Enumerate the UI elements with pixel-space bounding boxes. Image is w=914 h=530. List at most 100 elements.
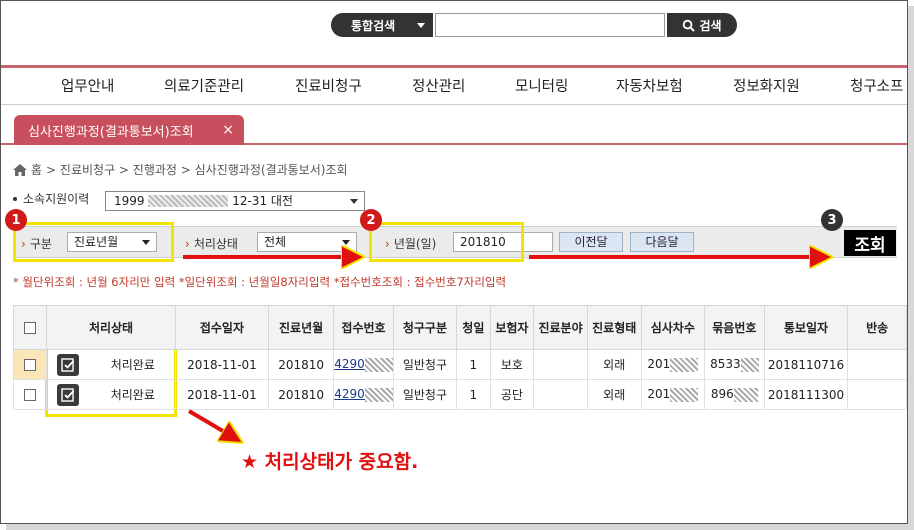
window-shadow — [908, 6, 914, 530]
claim-type: 일반청구 — [392, 379, 458, 410]
column-header[interactable]: 보험자 — [489, 305, 535, 350]
column-header[interactable]: 통보일자 — [763, 305, 849, 350]
column-header[interactable]: 처리상태 — [46, 305, 176, 350]
caret-down-icon — [350, 199, 358, 204]
masked-value — [364, 357, 393, 372]
column-header[interactable]: 청구구분 — [392, 305, 458, 350]
arrow-to-note — [187, 409, 233, 437]
window-shadow — [6, 524, 914, 530]
status-text: 처리완료 — [110, 358, 155, 372]
result-document-icon[interactable] — [57, 383, 80, 406]
nav-item-monitoring[interactable]: 모니터링 — [515, 75, 568, 96]
status-cell: 처리완료 — [46, 349, 176, 380]
claim-type: 일반청구 — [392, 349, 458, 380]
treatment-month: 201810 — [267, 349, 335, 380]
nav-item-medical-standards[interactable]: 의료기준관리 — [164, 75, 244, 96]
branch-history-row: 소속지원이력 — [13, 190, 89, 207]
nav-item-auto-insurance[interactable]: 자동차보험 — [616, 75, 683, 96]
review-round-cell: 201 — [640, 349, 706, 380]
masked-value — [670, 387, 699, 402]
next-month-button[interactable]: 다음달 — [630, 232, 694, 252]
row-checkbox[interactable] — [24, 389, 37, 401]
caret-down-icon — [342, 240, 350, 245]
notice-date: 2018111300 — [763, 379, 849, 410]
masked-value — [740, 357, 759, 372]
breadcrumb: 홈 > 진료비청구 > 진행과정 > 심사진행과정(결과통보서)조회 — [13, 161, 348, 178]
treatment-month: 201810 — [267, 379, 335, 410]
annotation-note: ★ 처리상태가 중요함. — [241, 451, 419, 473]
row-select-cell — [12, 379, 48, 410]
row-checkbox[interactable] — [24, 359, 37, 371]
review-round-cell: 201 — [640, 379, 706, 410]
masked-value — [670, 357, 699, 372]
bundle-no: 896 — [710, 387, 734, 402]
insurer: 보호 — [489, 349, 535, 380]
nav-item-claims[interactable]: 진료비청구 — [295, 75, 362, 96]
recv-no-cell: 4290 — [333, 379, 394, 410]
close-icon[interactable]: × — [222, 122, 234, 138]
column-header[interactable]: 진료분야 — [533, 305, 588, 350]
step-badge-1: 1 — [5, 209, 27, 231]
status-filter-value: 전체 — [264, 235, 287, 249]
recv-no-link[interactable]: 4290 — [335, 357, 365, 371]
nav-item-claim-software[interactable]: 청구소프 — [850, 75, 903, 96]
cheong-il: 1 — [456, 379, 491, 410]
recv-no-cell: 4290 — [333, 349, 394, 380]
table-row[interactable]: 처리완료 2018-11-01 201810 4290 일반청구 1 보호 외래… — [12, 349, 907, 380]
recv-date: 2018-11-01 — [174, 349, 269, 380]
select-all-header — [12, 305, 48, 350]
highlight-category — [13, 222, 174, 262]
status-cell: 처리완료 — [46, 379, 176, 410]
branch-history-select[interactable]: 1999 12-31 대전 — [105, 191, 365, 211]
highlight-month — [369, 222, 524, 262]
search-icon — [683, 19, 696, 32]
tab-review-progress[interactable]: 심사진행과정(결과통보서)조회 × — [14, 115, 244, 145]
treatment-field — [533, 379, 588, 410]
window: 통합검색 검색 업무안내 의료기준관리 진료비청구 정산관리 모니터링 자동차보… — [0, 0, 908, 524]
table-header-row: 처리상태 접수일자 진료년월 접수번호 청구구분 청일 보험자 진료분야 진료형… — [12, 305, 907, 350]
nav-item-settlement[interactable]: 정산관리 — [412, 75, 465, 96]
bundle-no: 8533 — [710, 357, 741, 372]
search-scope-select[interactable]: 통합검색 — [331, 13, 433, 37]
column-header[interactable]: 심사차수 — [640, 305, 706, 350]
result-document-icon[interactable] — [57, 353, 80, 376]
column-header[interactable]: 접수일자 — [174, 305, 269, 350]
masked-value — [733, 387, 758, 402]
step-badge-2: 2 — [360, 209, 382, 231]
prev-month-button[interactable]: 이전달 — [559, 232, 623, 252]
search-scope-label: 통합검색 — [351, 18, 396, 33]
column-header[interactable]: 접수번호 — [333, 305, 394, 350]
branch-history-label: 소속지원이력 — [23, 192, 90, 206]
return-cell — [847, 349, 907, 380]
column-header[interactable]: 진료형태 — [586, 305, 642, 350]
treatment-form: 외래 — [586, 379, 642, 410]
breadcrumb-home[interactable]: 홈 — [31, 161, 42, 178]
status-filter-label: › 처리상태 — [185, 237, 238, 251]
nav-item-it-support[interactable]: 정보화지원 — [733, 75, 800, 96]
query-button[interactable]: 조회 — [844, 230, 896, 256]
nav-item-guide[interactable]: 업무안내 — [61, 75, 114, 96]
bundle-no-cell: 896 — [704, 379, 765, 410]
search-button[interactable]: 검색 — [667, 13, 737, 37]
table-row[interactable]: 처리완료 2018-11-01 201810 4290 일반청구 1 공단 외래… — [12, 379, 907, 410]
header-divider — [1, 65, 907, 68]
tab-label: 심사진행과정(결과통보서)조회 — [28, 124, 194, 140]
home-icon — [13, 163, 27, 176]
row-select-cell — [12, 349, 48, 380]
column-header[interactable]: 반송 — [847, 305, 907, 350]
review-round: 201 — [647, 357, 671, 372]
status-filter-select[interactable]: 전체 — [257, 232, 357, 252]
branch-value-suffix: 12-31 대전 — [232, 194, 293, 208]
review-round: 201 — [647, 387, 671, 402]
recv-no-link[interactable]: 4290 — [335, 387, 365, 401]
column-header[interactable]: 청일 — [456, 305, 491, 350]
search-input[interactable] — [435, 13, 665, 37]
masked-value — [148, 195, 229, 207]
select-all-checkbox[interactable] — [24, 322, 37, 334]
branch-value-prefix: 1999 — [114, 194, 145, 208]
recv-date: 2018-11-01 — [174, 379, 269, 410]
column-header[interactable]: 묶음번호 — [704, 305, 765, 350]
bullet-icon — [13, 196, 17, 201]
column-header[interactable]: 진료년월 — [267, 305, 335, 350]
insurer: 공단 — [489, 379, 535, 410]
